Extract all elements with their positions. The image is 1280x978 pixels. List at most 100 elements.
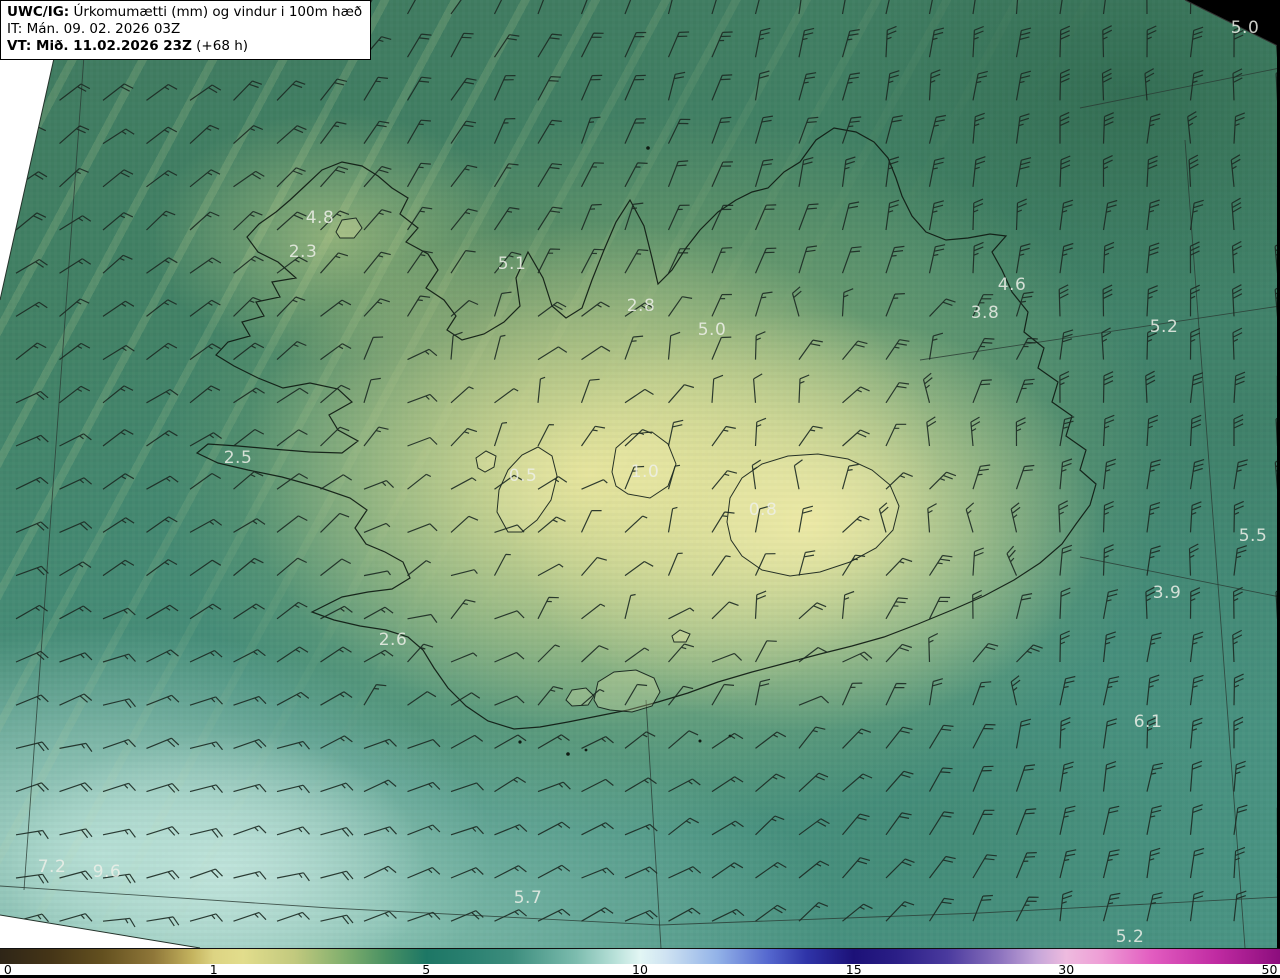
wind-barb bbox=[59, 742, 93, 752]
wind-barb bbox=[711, 31, 733, 58]
wind-barb bbox=[363, 910, 397, 922]
wind-barb bbox=[753, 373, 763, 403]
wind-barb bbox=[146, 516, 178, 533]
wind-barb bbox=[972, 643, 999, 663]
wind-barb bbox=[233, 125, 264, 145]
wind-barb bbox=[1188, 543, 1199, 576]
wind-barb bbox=[624, 515, 648, 533]
wind-barb bbox=[1015, 378, 1035, 404]
wind-barb bbox=[146, 826, 180, 836]
wind-barb bbox=[102, 385, 134, 404]
wind-barb bbox=[1059, 630, 1070, 663]
wind-barb bbox=[494, 207, 520, 231]
wind-barb bbox=[102, 828, 136, 838]
wind-barb bbox=[711, 116, 732, 144]
wind-barb bbox=[15, 782, 49, 793]
wind-barb bbox=[1102, 544, 1114, 576]
wind-barb bbox=[493, 334, 506, 360]
wind-barb bbox=[1233, 890, 1247, 922]
wind-barb bbox=[711, 425, 736, 447]
wind-barb bbox=[624, 118, 647, 144]
wind-barb bbox=[1059, 199, 1074, 231]
wind-barb bbox=[233, 170, 265, 188]
title-line-product: UWC/IG: Úrkomumætti (mm) og vindur i 100… bbox=[7, 4, 362, 21]
wind-barb bbox=[1015, 291, 1034, 317]
wind-barb bbox=[972, 112, 985, 144]
wind-barb bbox=[624, 909, 658, 922]
wind-barb bbox=[189, 472, 221, 490]
wind-barb bbox=[1102, 500, 1114, 533]
wind-barb bbox=[146, 475, 179, 490]
wind-barb bbox=[537, 248, 561, 274]
wind-barb bbox=[755, 904, 787, 922]
wind-barb bbox=[841, 682, 863, 706]
wind-barb bbox=[493, 0, 503, 15]
wind-barb bbox=[363, 522, 391, 533]
wind-barb bbox=[15, 565, 49, 577]
wind-barb bbox=[189, 169, 221, 188]
wind-barb bbox=[1102, 676, 1120, 706]
wind-barb bbox=[798, 772, 829, 793]
wind-barb bbox=[711, 732, 744, 749]
wind-barb bbox=[581, 736, 614, 749]
wind-barb bbox=[667, 419, 684, 447]
wind-barb bbox=[885, 70, 900, 101]
wind-barb bbox=[276, 911, 310, 922]
wind-barb bbox=[407, 824, 441, 836]
wind-barb bbox=[1015, 852, 1037, 879]
wind-barb bbox=[102, 782, 136, 793]
wind-barb bbox=[798, 374, 810, 403]
wind-barb bbox=[15, 741, 49, 752]
wind-barb bbox=[926, 416, 937, 447]
wind-barb bbox=[276, 167, 306, 188]
wind-barb bbox=[15, 390, 49, 404]
wind-barb bbox=[1231, 240, 1242, 274]
precip-value-label: 5.0 bbox=[697, 320, 727, 340]
wind-barb bbox=[842, 340, 868, 360]
wind-barb bbox=[493, 34, 520, 58]
wind-barb bbox=[754, 115, 773, 144]
wind-barb bbox=[841, 246, 862, 274]
wind-barb bbox=[15, 521, 49, 533]
wind-barb bbox=[972, 723, 996, 749]
wind-barb bbox=[798, 860, 830, 879]
wind-barb bbox=[537, 119, 562, 144]
wind-barb bbox=[363, 865, 397, 879]
wind-barb bbox=[363, 76, 389, 101]
wind-barb bbox=[1146, 762, 1164, 792]
precip-value-label: 5.0 bbox=[1230, 18, 1260, 38]
wind-barb bbox=[928, 27, 945, 58]
wind-barb bbox=[798, 902, 829, 922]
wind-barb bbox=[450, 0, 462, 15]
wind-barb bbox=[841, 201, 860, 231]
wind-barb bbox=[1146, 242, 1160, 274]
wind-barb bbox=[754, 204, 777, 231]
wind-barb bbox=[1189, 372, 1204, 403]
wind-barb bbox=[1146, 0, 1148, 15]
wind-barb bbox=[59, 167, 89, 188]
wind-barb bbox=[450, 208, 478, 231]
wind-barb bbox=[842, 429, 870, 447]
wind-barb bbox=[885, 726, 913, 749]
wind-barb bbox=[59, 215, 92, 231]
wind-barb bbox=[363, 779, 397, 793]
wind-barb bbox=[59, 605, 92, 620]
wind-barb bbox=[581, 822, 614, 836]
wind-barb bbox=[1015, 337, 1038, 360]
wind-barb bbox=[842, 728, 871, 749]
wind-barb bbox=[1102, 199, 1118, 231]
precip-value-label: 3.9 bbox=[1152, 583, 1182, 603]
wind-barb bbox=[972, 379, 992, 404]
wind-barb bbox=[233, 695, 267, 706]
wind-barb bbox=[754, 331, 766, 360]
wind-barb bbox=[668, 607, 695, 620]
wind-barb bbox=[15, 604, 48, 620]
wind-barb bbox=[59, 83, 91, 101]
wind-barb bbox=[363, 826, 397, 836]
wind-barb bbox=[581, 301, 610, 317]
wind-barb bbox=[276, 429, 308, 447]
wind-barb bbox=[1187, 111, 1198, 144]
wind-barb bbox=[189, 299, 221, 317]
wind-barb bbox=[885, 901, 915, 922]
wind-barb bbox=[1233, 459, 1248, 490]
